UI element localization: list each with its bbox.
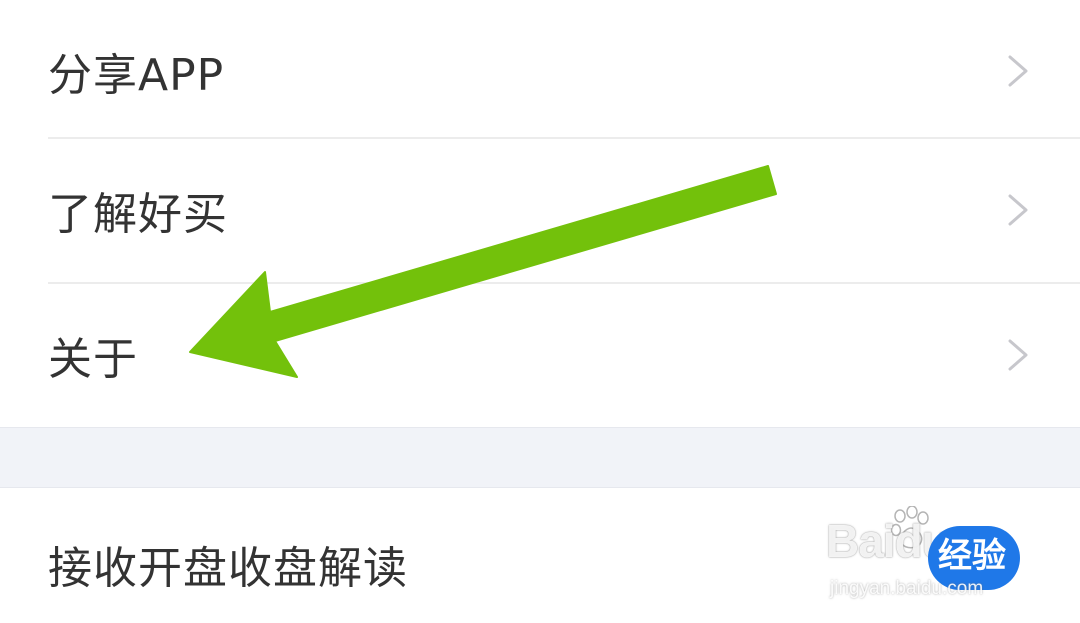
chevron-right-icon: [1008, 55, 1028, 87]
menu-item-label: 了解好买: [48, 189, 228, 240]
menu-item-label: 关于: [48, 334, 138, 385]
menu-item-about[interactable]: 关于: [0, 284, 1080, 426]
settings-list: 分享APP 了解好买 关于: [0, 0, 1080, 427]
menu-item-share-app[interactable]: 分享APP: [0, 0, 1080, 142]
section-gap: [0, 427, 1080, 488]
menu-item-label: 接收开盘收盘解读: [48, 543, 408, 594]
chevron-right-icon: [1008, 339, 1028, 371]
menu-item-about-haomai[interactable]: 了解好买: [0, 139, 1080, 281]
menu-item-label: 分享APP: [48, 50, 225, 101]
menu-item-open-close-commentary[interactable]: 接收开盘收盘解读: [0, 488, 1080, 623]
chevron-right-icon: [1008, 194, 1028, 226]
